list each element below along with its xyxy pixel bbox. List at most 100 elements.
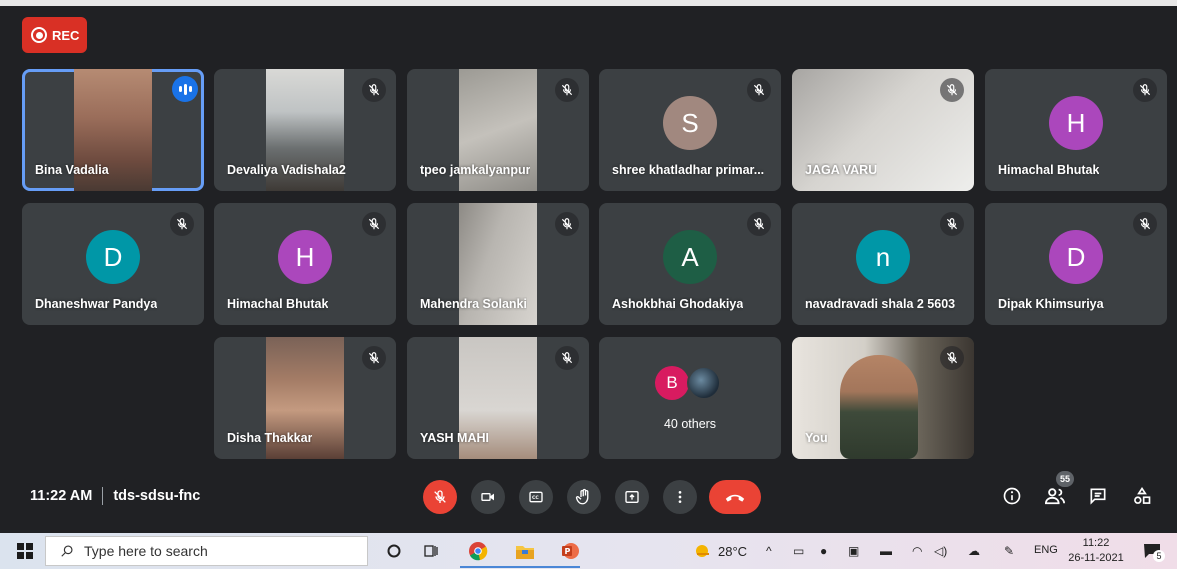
participant-name: Dhaneshwar Pandya xyxy=(35,297,158,311)
hand-icon xyxy=(575,488,589,505)
captions-icon: CC xyxy=(529,491,543,503)
raise-hand-button[interactable] xyxy=(567,480,601,514)
chrome-taskbar-button[interactable] xyxy=(467,540,489,562)
leave-call-button[interactable] xyxy=(709,480,761,514)
meet-tray-icon[interactable]: ▣ xyxy=(848,544,859,558)
chat-icon xyxy=(1090,488,1106,505)
participant-tile[interactable]: A Ashokbhai Ghodakiya xyxy=(599,203,781,325)
weather-widget[interactable] xyxy=(692,540,714,562)
others-count: 40 others xyxy=(663,417,717,431)
avatar-initial: D xyxy=(103,241,123,272)
battery-icon[interactable]: ▬ xyxy=(880,544,892,558)
onedrive-icon[interactable]: ☁ xyxy=(968,544,980,558)
participant-tile[interactable]: D Dipak Khimsuriya xyxy=(985,203,1167,325)
participant-tile[interactable]: YASH MAHI xyxy=(407,337,589,459)
folder-icon xyxy=(516,546,534,559)
show-hidden-icons-icon[interactable]: ^ xyxy=(766,544,772,558)
cortana-button[interactable] xyxy=(383,540,405,562)
window-top-edge xyxy=(0,0,1177,6)
recording-label: REC xyxy=(52,27,80,43)
camera-toggle-button[interactable] xyxy=(471,480,505,514)
participant-name: Dipak Khimsuriya xyxy=(998,297,1104,311)
participant-tile[interactable]: tpeo jamkalyanpur xyxy=(407,69,589,191)
meet-window: REC Bina Vadalia Devaliya Vadishala2 tpe… xyxy=(0,0,1177,533)
task-view-button[interactable] xyxy=(420,540,442,562)
self-tile[interactable]: You xyxy=(792,337,974,459)
participant-tile[interactable]: D Dhaneshwar Pandya xyxy=(22,203,204,325)
mic-off-icon xyxy=(434,490,446,503)
cortana-icon xyxy=(387,544,401,558)
mic-toggle-button[interactable] xyxy=(423,480,457,514)
mic-off-icon xyxy=(940,346,964,370)
camera-icon xyxy=(481,493,494,501)
language-indicator[interactable]: ENG xyxy=(1034,544,1058,556)
present-icon xyxy=(625,491,639,503)
windows-icon xyxy=(17,543,33,559)
people-icon xyxy=(1044,488,1065,505)
mic-off-icon xyxy=(555,78,579,102)
speaking-indicator-icon xyxy=(172,76,198,102)
activities-button[interactable] xyxy=(1128,482,1156,510)
others-avatar: B xyxy=(655,366,689,400)
others-avatar-photo xyxy=(687,366,721,400)
participant-name: You xyxy=(805,431,828,445)
participant-tile[interactable]: Mahendra Solanki xyxy=(407,203,589,325)
participant-avatar: n xyxy=(856,230,910,284)
mic-off-icon xyxy=(555,212,579,236)
pen-icon[interactable]: ✎ xyxy=(1004,544,1014,558)
participant-tile[interactable]: Devaliya Vadishala2 xyxy=(214,69,396,191)
search-placeholder: Type here to search xyxy=(84,543,208,559)
participant-tile[interactable]: JAGA VARU xyxy=(792,69,974,191)
start-button[interactable] xyxy=(14,540,36,562)
mic-off-icon xyxy=(1133,78,1157,102)
mic-off-icon xyxy=(940,212,964,236)
clock-date: 26-11-2021 xyxy=(1068,552,1124,564)
participant-tile[interactable]: Disha Thakkar xyxy=(214,337,396,459)
participant-name: shree khatladhar primar... xyxy=(612,163,765,177)
task-view-icon xyxy=(424,545,438,557)
participant-avatar: A xyxy=(663,230,717,284)
clock-time: 11:22 xyxy=(1082,537,1110,549)
notifications-button[interactable]: 5 xyxy=(1141,540,1165,562)
present-button[interactable] xyxy=(615,480,649,514)
file-explorer-button[interactable] xyxy=(514,540,536,562)
weather-icon xyxy=(696,545,709,557)
participant-name: Devaliya Vadishala2 xyxy=(227,163,346,177)
svg-text:P: P xyxy=(565,547,571,556)
participant-tile[interactable]: H Himachal Bhutak xyxy=(214,203,396,325)
avatar-initial: B xyxy=(666,373,678,392)
more-options-button[interactable] xyxy=(663,480,697,514)
chat-button[interactable] xyxy=(1084,482,1112,510)
participant-name: Himachal Bhutak xyxy=(998,163,1100,177)
mic-off-icon xyxy=(940,78,964,102)
participant-tile[interactable]: S shree khatladhar primar... xyxy=(599,69,781,191)
participant-tile[interactable]: H Himachal Bhutak xyxy=(985,69,1167,191)
clock[interactable]: 11:22 26-11-2021 xyxy=(1065,536,1127,566)
participant-tile[interactable]: n navadravadi shala 2 5603 xyxy=(792,203,974,325)
participant-name: navadravadi shala 2 5603 xyxy=(805,297,956,311)
captions-button[interactable]: CC xyxy=(519,480,553,514)
meeting-info: 11:22 AM tds-sdsu-fnc xyxy=(30,487,200,505)
participant-tile[interactable]: Bina Vadalia xyxy=(22,69,204,191)
temperature: 28°C xyxy=(718,544,748,559)
tablet-icon[interactable]: ▭ xyxy=(793,544,804,558)
others-tile[interactable]: B 40 others xyxy=(599,337,781,459)
mic-off-icon xyxy=(362,346,386,370)
participant-name: tpeo jamkalyanpur xyxy=(420,163,531,177)
participant-name: Mahendra Solanki xyxy=(420,297,527,311)
avatar-initial: A xyxy=(681,241,699,272)
participant-avatar: S xyxy=(663,96,717,150)
mic-off-icon xyxy=(362,212,386,236)
wifi-icon[interactable]: ◠ xyxy=(912,544,922,558)
taskbar-search[interactable]: Type here to search xyxy=(45,536,368,566)
recording-indicator[interactable]: REC xyxy=(22,17,87,53)
avatar-initial: D xyxy=(1066,241,1086,272)
microphone-icon[interactable]: ● xyxy=(820,544,827,558)
participant-avatar: D xyxy=(86,230,140,284)
divider xyxy=(102,487,104,505)
volume-icon[interactable]: ◁) xyxy=(934,544,947,558)
participant-name: Ashokbhai Ghodakiya xyxy=(612,297,744,311)
meeting-details-button[interactable] xyxy=(998,482,1026,510)
info-icon xyxy=(1003,487,1021,505)
powerpoint-button[interactable]: P xyxy=(559,540,581,562)
